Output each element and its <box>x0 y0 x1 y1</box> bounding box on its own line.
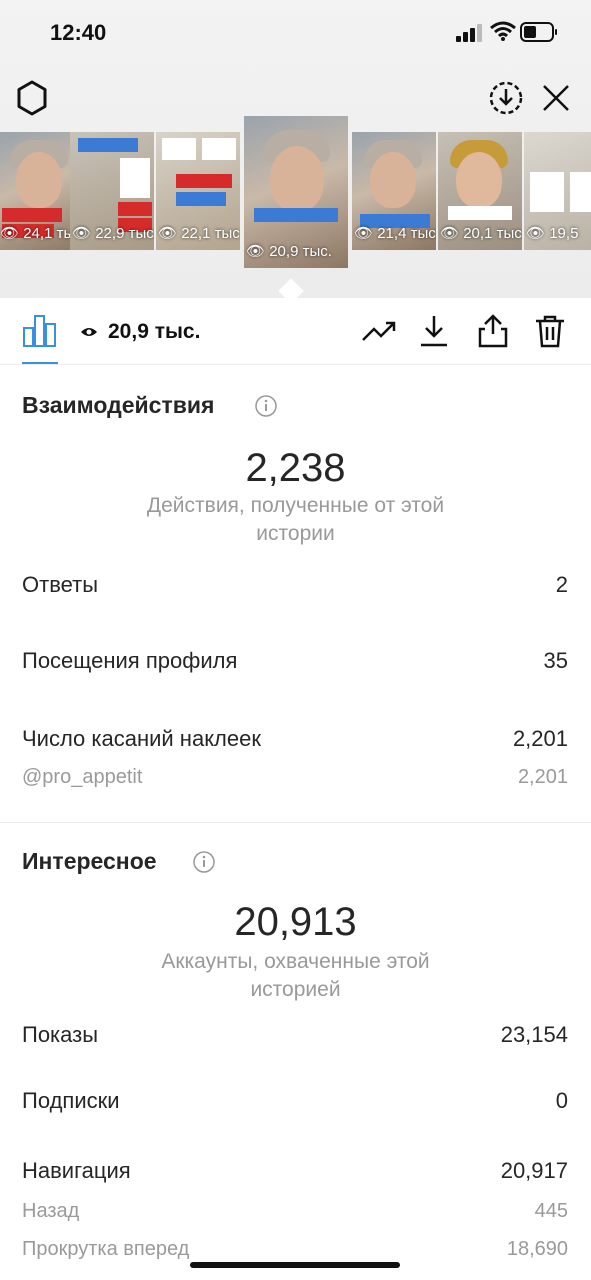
status-bar: 12:40 <box>0 0 591 64</box>
stat-row-replies: Ответы 2 <box>22 572 568 602</box>
eye-icon: 👁 <box>0 225 20 242</box>
stat-label: Посещения профиля <box>22 648 238 673</box>
stat-label: Показы <box>22 1022 99 1047</box>
stat-row-sticker-taps: Число касаний наклеек 2,201 <box>22 726 568 756</box>
discovery-description: Аккаунты, охваченные этой историей <box>161 950 430 1001</box>
eye-icon: 👁 <box>246 243 266 260</box>
views-count: 20,9 тыс. <box>108 320 201 343</box>
story-views-label: 👁 22,9 тыс. <box>72 225 154 242</box>
story-views-label: 👁 20,9 тыс. <box>246 243 332 260</box>
stat-value: 20,917 <box>500 1158 568 1183</box>
close-icon[interactable] <box>540 82 572 114</box>
story-views-label: 👁 19,5 <box>526 225 579 242</box>
stat-row-navigation: Навигация 20,917 <box>22 1158 568 1188</box>
insights-panel: 20,9 тыс. Взаимодействия 2,238 Действия,… <box>0 298 591 1280</box>
delete-icon[interactable] <box>534 314 566 348</box>
eye-icon: 👁 <box>354 225 374 242</box>
stat-value: 445 <box>534 1200 568 1222</box>
download-icon[interactable] <box>418 314 450 348</box>
stat-label: Навигация <box>22 1158 131 1183</box>
stat-label: Назад <box>22 1200 80 1222</box>
stat-subrow-back: Назад 445 <box>22 1200 568 1230</box>
info-icon[interactable] <box>192 850 216 874</box>
eye-icon <box>81 328 97 336</box>
battery-icon <box>520 22 557 42</box>
interactions-description: Действия, полученные от этой истории <box>146 494 445 545</box>
stat-value: 2,201 <box>517 766 568 788</box>
status-time: 12:40 <box>50 20 107 45</box>
interactions-title: Взаимодействия <box>22 392 215 418</box>
stat-label: Подписки <box>22 1088 120 1113</box>
stat-value: 2 <box>555 572 568 597</box>
stat-label: Число касаний наклеек <box>22 726 261 751</box>
story-thumbnail-selected[interactable]: 👁 20,9 тыс. <box>244 116 348 268</box>
eye-icon: 👁 <box>526 225 546 242</box>
story-thumbnail[interactable]: 👁 19,5 <box>524 132 591 250</box>
stat-value: 0 <box>555 1088 568 1113</box>
insights-toolbar: 20,9 тыс. <box>0 298 591 365</box>
section-divider <box>0 822 591 823</box>
story-thumbnail-strip: 👁 24,1 тыс. 👁 22,9 тыс. 👁 22,1 тыс. 👁 20… <box>0 116 591 282</box>
story-thumbnail[interactable]: 👁 22,1 тыс. <box>156 132 240 250</box>
discovery-total: 20,913 <box>234 900 357 944</box>
stat-value: 2,201 <box>512 726 568 751</box>
story-thumbnail[interactable]: 👁 20,1 тыс. <box>438 132 522 250</box>
save-story-icon[interactable] <box>488 80 524 116</box>
share-icon[interactable] <box>476 314 510 348</box>
story-thumbnail[interactable]: 👁 21,4 тыс. <box>352 132 436 250</box>
stat-row-follows: Подписки 0 <box>22 1088 568 1118</box>
story-views-label: 👁 21,4 тыс. <box>354 225 436 242</box>
eye-icon: 👁 <box>72 225 92 242</box>
discovery-title: Интересное <box>22 848 157 874</box>
home-indicator[interactable] <box>190 1262 400 1268</box>
signal-icon <box>456 24 486 42</box>
story-views-label: 👁 20,1 тыс. <box>440 225 522 242</box>
stat-value: 18,690 <box>506 1238 568 1260</box>
story-views-label: 👁 22,1 тыс. <box>158 225 240 242</box>
stat-value: 35 <box>543 648 568 673</box>
eye-icon: 👁 <box>158 225 178 242</box>
stat-subrow-mention[interactable]: @pro_appetit 2,201 <box>22 766 568 796</box>
settings-icon[interactable] <box>14 80 50 116</box>
promote-icon[interactable] <box>360 314 398 348</box>
story-archive-header: 12:40 👁 24,1 тыс. 👁 22,9 тыс. 👁 22,1 тыс… <box>0 0 591 304</box>
stat-label: Ответы <box>22 572 99 597</box>
story-thumbnail[interactable]: 👁 22,9 тыс. <box>70 132 154 250</box>
interactions-total: 2,238 <box>245 446 346 490</box>
active-tab-indicator <box>22 362 58 364</box>
stat-row-impressions: Показы 23,154 <box>22 1022 568 1052</box>
eye-icon: 👁 <box>440 225 460 242</box>
info-icon[interactable] <box>254 394 278 418</box>
stat-label: @pro_appetit <box>22 766 143 788</box>
stat-value: 23,154 <box>500 1022 568 1047</box>
stat-label: Прокрутка вперед <box>22 1238 190 1260</box>
stat-row-profile-visits: Посещения профиля 35 <box>22 648 568 678</box>
bar-chart-icon[interactable] <box>22 314 58 348</box>
wifi-icon <box>490 21 516 41</box>
